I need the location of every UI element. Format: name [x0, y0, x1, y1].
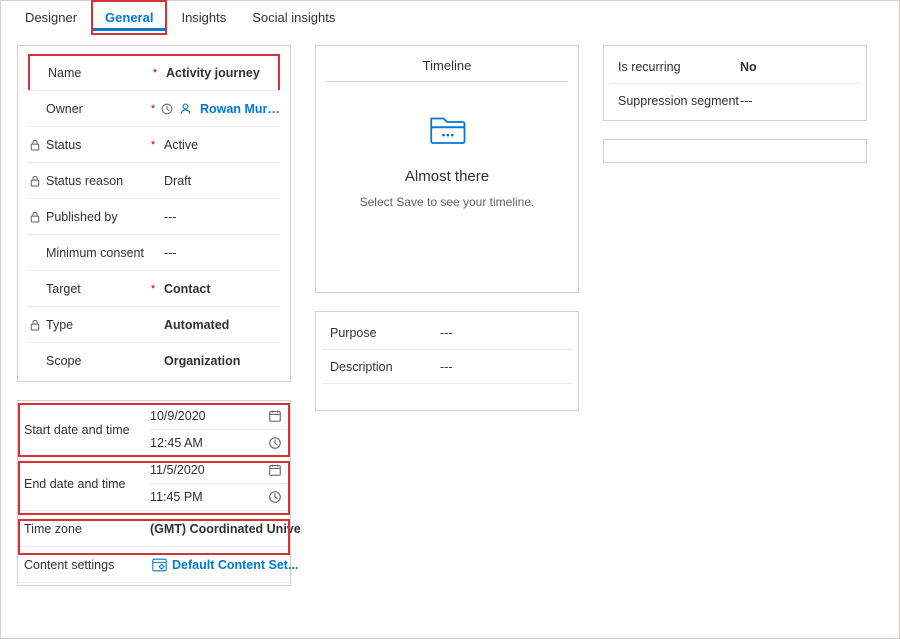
timeline-heading: Almost there	[322, 168, 572, 185]
field-description-label: Description	[322, 360, 440, 374]
calendar-icon[interactable]	[266, 463, 284, 477]
column-right: Is recurring No Suppression segment ---	[603, 45, 867, 163]
field-minimum-consent-label: Minimum consent	[42, 246, 148, 260]
field-owner-label: Owner	[42, 102, 148, 116]
field-time-zone[interactable]: Time zone (GMT) Coordinated Unive	[18, 511, 290, 547]
field-status[interactable]: Status Active	[28, 127, 280, 163]
field-content-settings-value[interactable]: Default Content Set...	[168, 558, 298, 572]
tab-general[interactable]: General	[93, 4, 165, 31]
field-target-value: Contact	[158, 282, 280, 296]
field-is-recurring-value: No	[740, 60, 860, 74]
tab-designer[interactable]: Designer	[13, 4, 89, 31]
field-purpose-value: ---	[440, 326, 572, 340]
field-time-zone-value: (GMT) Coordinated Unive	[150, 522, 301, 536]
field-start-label: Start date and time	[18, 423, 150, 437]
field-purpose[interactable]: Purpose ---	[322, 316, 572, 350]
timeline-title: Timeline	[326, 52, 568, 82]
columns: Name Activity journey Owner Rowan Murph	[13, 37, 887, 612]
meta-spacer	[322, 384, 572, 406]
schedule-card: Start date and time 10/9/2020 12:45 AM	[17, 400, 291, 586]
lock-icon	[28, 319, 42, 331]
field-status-value: Active	[158, 138, 280, 152]
person-icon	[176, 102, 194, 115]
field-published-by-value: ---	[158, 210, 280, 224]
field-target-label: Target	[42, 282, 148, 296]
timeline-card: Timeline Almost there Select Save to see…	[315, 45, 579, 293]
end-date-value: 11/5/2020	[150, 463, 266, 477]
field-content-settings[interactable]: Content settings Default Content Set...	[18, 547, 290, 583]
field-scope[interactable]: Scope Organization	[28, 343, 280, 379]
field-status-reason-label: Status reason	[42, 174, 148, 188]
field-target[interactable]: Target Contact	[28, 271, 280, 307]
field-owner[interactable]: Owner Rowan Murphy	[28, 91, 280, 127]
field-name[interactable]: Name Activity journey	[28, 54, 280, 90]
content-settings-icon	[150, 558, 168, 572]
start-date-value: 10/9/2020	[150, 409, 266, 423]
field-end-date-time[interactable]: End date and time 11/5/2020 11:45 PM	[18, 457, 290, 511]
tab-bar: Designer General Insights Social insight…	[13, 1, 887, 33]
recurrence-card: Is recurring No Suppression segment ---	[603, 45, 867, 121]
field-owner-value[interactable]: Rowan Murphy	[194, 102, 280, 116]
field-status-reason[interactable]: Status reason Draft	[28, 163, 280, 199]
field-description-value: ---	[440, 360, 572, 374]
clock-icon[interactable]	[266, 490, 284, 504]
field-minimum-consent[interactable]: Minimum consent ---	[28, 235, 280, 271]
field-description[interactable]: Description ---	[322, 350, 572, 384]
meta-card: Purpose --- Description ---	[315, 311, 579, 411]
clock-icon[interactable]	[266, 436, 284, 450]
field-is-recurring-label: Is recurring	[610, 60, 740, 74]
field-scope-value: Organization	[158, 354, 280, 368]
field-status-reason-value: Draft	[158, 174, 280, 188]
field-status-label: Status	[42, 138, 148, 152]
field-purpose-label: Purpose	[322, 326, 440, 340]
field-minimum-consent-value: ---	[158, 246, 280, 260]
field-type-label: Type	[42, 318, 148, 332]
highlight-tab-general: General	[91, 0, 167, 35]
required-icon	[148, 283, 158, 295]
end-time-value: 11:45 PM	[150, 490, 266, 504]
field-time-zone-label: Time zone	[18, 522, 150, 536]
field-type[interactable]: Type Automated	[28, 307, 280, 343]
field-scope-label: Scope	[42, 354, 148, 368]
lock-icon	[28, 211, 42, 223]
lock-icon	[28, 175, 42, 187]
tab-social-insights[interactable]: Social insights	[240, 4, 347, 31]
field-name-value: Activity journey	[160, 66, 278, 80]
recent-icon	[158, 103, 176, 115]
field-start-date-time[interactable]: Start date and time 10/9/2020 12:45 AM	[18, 403, 290, 457]
start-time-value: 12:45 AM	[150, 436, 266, 450]
field-end-label: End date and time	[18, 477, 150, 491]
field-name-label: Name	[44, 66, 150, 80]
column-left: Name Activity journey Owner Rowan Murph	[17, 45, 291, 604]
field-published-by[interactable]: Published by ---	[28, 199, 280, 235]
field-suppression-segment[interactable]: Suppression segment ---	[610, 84, 860, 118]
page-root: Designer General Insights Social insight…	[0, 0, 900, 639]
lock-icon	[28, 139, 42, 151]
field-published-by-label: Published by	[42, 210, 148, 224]
field-type-value: Automated	[158, 318, 280, 332]
field-is-recurring[interactable]: Is recurring No	[610, 50, 860, 84]
empty-card	[603, 139, 867, 163]
required-icon	[148, 103, 158, 115]
calendar-icon[interactable]	[266, 409, 284, 423]
folder-icon	[426, 108, 468, 150]
general-card: Name Activity journey Owner Rowan Murph	[17, 45, 291, 382]
required-icon	[148, 139, 158, 151]
field-suppression-segment-value: ---	[740, 94, 860, 108]
column-middle: Timeline Almost there Select Save to see…	[315, 45, 579, 411]
tab-insights[interactable]: Insights	[169, 4, 238, 31]
required-icon	[150, 67, 160, 79]
timeline-subtext: Select Save to see your timeline.	[322, 195, 572, 209]
field-content-settings-label: Content settings	[18, 558, 150, 572]
field-suppression-segment-label: Suppression segment	[610, 94, 740, 108]
